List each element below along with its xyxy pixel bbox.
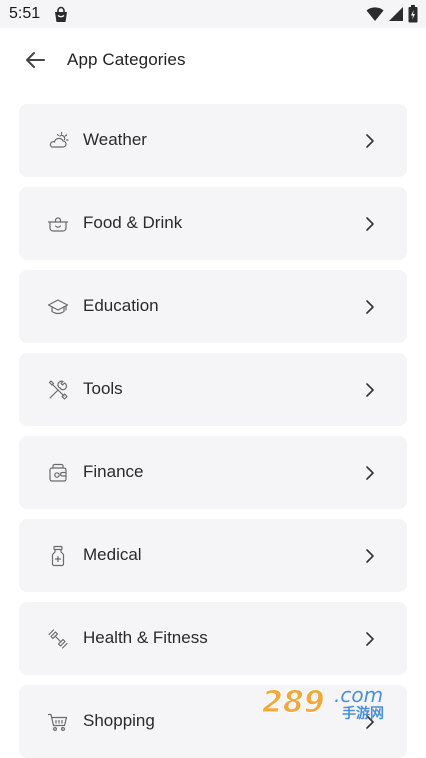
status-time: 5:51 xyxy=(9,5,41,22)
status-bar: 5:51 xyxy=(0,0,426,28)
cooking-pot-icon xyxy=(47,213,69,235)
category-item-education[interactable]: Education xyxy=(19,270,407,343)
category-item-shopping[interactable]: Shopping xyxy=(19,685,407,758)
back-button[interactable] xyxy=(18,45,52,79)
chevron-right-icon xyxy=(363,131,377,151)
signal-icon xyxy=(388,6,404,22)
wallet-icon xyxy=(47,462,69,484)
category-label: Medical xyxy=(83,545,142,564)
category-label: Education xyxy=(83,296,159,315)
app-bar: App Categories xyxy=(0,28,426,94)
status-indicators xyxy=(366,5,418,23)
page-title: App Categories xyxy=(67,50,186,69)
category-label: Food & Drink xyxy=(83,213,183,232)
shopping-cart-icon xyxy=(47,711,69,733)
category-label: Health & Fitness xyxy=(83,628,208,647)
category-list: Weather Food & Drink Education Tools Fin… xyxy=(19,104,407,758)
chevron-right-icon xyxy=(363,712,377,732)
medicine-bottle-icon xyxy=(47,545,69,567)
category-label: Shopping xyxy=(83,711,155,730)
category-item-finance[interactable]: Finance xyxy=(19,436,407,509)
chevron-right-icon xyxy=(363,629,377,649)
category-item-health-fitness[interactable]: Health & Fitness xyxy=(19,602,407,675)
graduation-cap-icon xyxy=(47,296,69,318)
chevron-right-icon xyxy=(363,463,377,483)
cloud-sun-icon xyxy=(47,130,69,152)
category-item-medical[interactable]: Medical xyxy=(19,519,407,592)
category-item-food-drink[interactable]: Food & Drink xyxy=(19,187,407,260)
chevron-right-icon xyxy=(363,297,377,317)
category-item-weather[interactable]: Weather xyxy=(19,104,407,177)
category-label: Weather xyxy=(83,130,147,149)
category-label: Finance xyxy=(83,462,144,481)
dumbbell-icon xyxy=(47,628,69,650)
chevron-right-icon xyxy=(363,546,377,566)
category-label: Tools xyxy=(83,379,123,398)
chevron-right-icon xyxy=(363,214,377,234)
category-item-tools[interactable]: Tools xyxy=(19,353,407,426)
chevron-right-icon xyxy=(363,380,377,400)
wrench-screwdriver-icon xyxy=(47,379,69,401)
arrow-left-icon xyxy=(23,48,47,77)
wifi-icon xyxy=(366,6,384,22)
battery-icon xyxy=(408,5,418,23)
shopping-bag-icon xyxy=(52,6,70,24)
